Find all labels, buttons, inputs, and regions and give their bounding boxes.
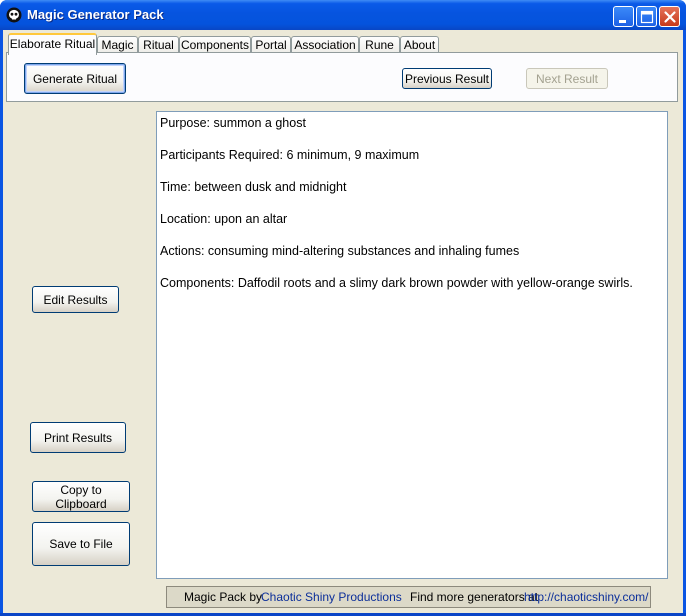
result-line-participants: Participants Required: 6 minimum, 9 maxi… <box>160 148 420 162</box>
copy-to-clipboard-button[interactable]: Copy to Clipboard <box>32 481 130 512</box>
result-line-components: Components: Daffodil roots and a slimy d… <box>160 276 633 290</box>
tab-elaborate-ritual[interactable]: Elaborate Ritual <box>8 33 97 55</box>
minimize-button[interactable] <box>613 6 634 27</box>
client-area: Elaborate Ritual Magic Ritual Components… <box>3 30 683 613</box>
result-line-time: Time: between dusk and midnight <box>160 180 347 194</box>
window-title: Magic Generator Pack <box>27 7 164 22</box>
status-more-text: Find more generators at <box>410 590 539 604</box>
maximize-icon <box>640 10 654 24</box>
previous-result-button[interactable]: Previous Result <box>402 68 492 89</box>
status-bar: Magic Pack by Chaotic Shiny Productions … <box>166 586 651 608</box>
website-link[interactable]: http://chaoticshiny.com/ <box>524 587 649 607</box>
results-textbox[interactable]: Purpose: summon a ghost Participants Req… <box>156 111 668 579</box>
next-result-button[interactable]: Next Result <box>526 68 608 89</box>
generate-ritual-button[interactable]: Generate Ritual <box>24 63 126 94</box>
result-line-location: Location: upon an altar <box>160 212 288 226</box>
title-bar[interactable]: Magic Generator Pack <box>0 0 686 30</box>
close-button[interactable] <box>659 6 680 27</box>
result-line-actions: Actions: consuming mind-altering substan… <box>160 244 520 258</box>
app-skull-icon <box>6 7 22 23</box>
close-icon <box>664 11 676 23</box>
edit-results-button[interactable]: Edit Results <box>32 286 119 313</box>
result-line-purpose: Purpose: summon a ghost <box>160 116 306 130</box>
minimize-icon <box>619 20 626 23</box>
author-link[interactable]: Chaotic Shiny Productions <box>261 587 402 607</box>
maximize-button[interactable] <box>636 6 657 27</box>
app-window: Magic Generator Pack Elaborate Ritual Ma… <box>0 0 686 616</box>
status-credit-text: Magic Pack by <box>184 590 263 604</box>
save-to-file-button[interactable]: Save to File <box>32 522 130 566</box>
tab-panel: Generate Ritual Previous Result Next Res… <box>6 52 678 102</box>
print-results-button[interactable]: Print Results <box>30 422 126 453</box>
